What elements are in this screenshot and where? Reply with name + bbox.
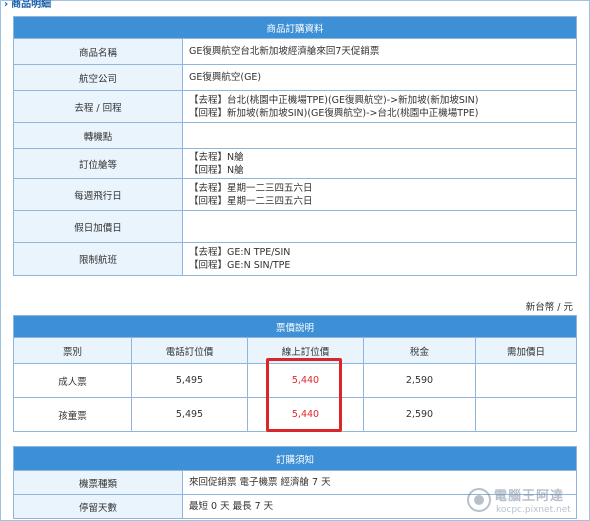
product-value-class: 【去程】N艙 【回程】N艙 bbox=[181, 148, 578, 179]
product-label-weekdays: 每週飛行日 bbox=[13, 178, 183, 211]
value-line: 【回程】星期一二三四五六日 bbox=[189, 195, 313, 207]
extra-day bbox=[475, 363, 577, 398]
tax: 2,590 bbox=[363, 363, 476, 398]
section-title-text: 商品明細 bbox=[11, 0, 52, 10]
value-line: 【去程】星期一二三四五六日 bbox=[189, 182, 313, 194]
ticket-type: 孩童票 bbox=[13, 397, 132, 432]
notice-label-ticket-type: 機票種類 bbox=[13, 470, 183, 495]
value-line: 【回程】N艙 bbox=[189, 164, 244, 176]
value-line: 【回程】新加坡(新加坡SIN)(GE復興航空)->台北(桃園中正機場TPE) bbox=[189, 107, 479, 119]
extra-day bbox=[475, 397, 577, 432]
watermark-name: 電腦王阿達 bbox=[494, 489, 565, 504]
col-ticket-type: 票別 bbox=[13, 337, 132, 364]
col-phone-price: 電話訂位價 bbox=[131, 337, 248, 364]
watermark: 電腦王阿達 kocpc.pixnet.net bbox=[464, 481, 584, 519]
product-value-route: 【去程】台北(桃園中正機場TPE)(GE復興航空)->新加坡(新加坡SIN) 【… bbox=[181, 90, 578, 123]
product-value-name: GE復興航空台北新加坡經濟艙來回7天促銷票 bbox=[181, 38, 578, 65]
value-line: 【去程】台北(桃園中正機場TPE)(GE復興航空)->新加坡(新加坡SIN) bbox=[189, 94, 479, 106]
product-label-route: 去程 / 回程 bbox=[13, 90, 183, 123]
phone-price: 5,495 bbox=[131, 363, 248, 398]
product-value-flights: 【去程】GE:N TPE/SIN 【回程】GE:N SIN/TPE bbox=[181, 242, 578, 276]
product-label-flights: 限制航班 bbox=[13, 242, 183, 276]
watermark-logo-icon bbox=[467, 488, 491, 512]
product-label-name: 商品名稱 bbox=[13, 38, 183, 65]
price-table-header: 票價說明 bbox=[13, 315, 577, 338]
product-value-transfer bbox=[181, 122, 578, 149]
product-label-class: 訂位艙等 bbox=[13, 148, 183, 179]
value-line: GE復興航空台北新加坡經濟艙來回7天促銷票 bbox=[189, 46, 380, 57]
col-extra-day: 需加價日 bbox=[475, 337, 577, 364]
notice-table-header: 訂購須知 bbox=[12, 446, 578, 471]
value-line: 【去程】GE:N TPE/SIN bbox=[189, 247, 291, 258]
highlight-box bbox=[266, 358, 342, 432]
product-label-holiday: 假日加價日 bbox=[13, 210, 183, 243]
tax: 2,590 bbox=[363, 397, 476, 432]
product-label-transfer: 轉機點 bbox=[13, 122, 183, 149]
product-label-airline: 航空公司 bbox=[13, 64, 183, 91]
watermark-url: kocpc.pixnet.net bbox=[496, 505, 571, 515]
phone-price: 5,495 bbox=[131, 397, 248, 432]
ticket-type: 成人票 bbox=[13, 363, 132, 398]
product-info-table: 商品訂購資料 商品名稱 GE復興航空台北新加坡經濟艙來回7天促銷票 航空公司 G… bbox=[12, 16, 578, 276]
value-line: GE復興航空(GE) bbox=[189, 72, 262, 83]
product-value-airline: GE復興航空(GE) bbox=[181, 64, 578, 91]
product-value-holiday bbox=[181, 210, 578, 243]
section-title: › 商品明細 bbox=[4, 0, 51, 12]
product-value-weekdays: 【去程】星期一二三四五六日 【回程】星期一二三四五六日 bbox=[181, 178, 578, 211]
product-table-header: 商品訂購資料 bbox=[12, 16, 578, 39]
notice-label-stay: 停留天數 bbox=[13, 494, 183, 519]
chevron-right-icon: › bbox=[4, 0, 9, 10]
col-tax: 稅金 bbox=[363, 337, 476, 364]
value-line: 【回程】GE:N SIN/TPE bbox=[189, 260, 291, 271]
value-line: 【去程】N艙 bbox=[189, 151, 244, 163]
currency-note: 新台幣 / 元 bbox=[525, 302, 573, 313]
